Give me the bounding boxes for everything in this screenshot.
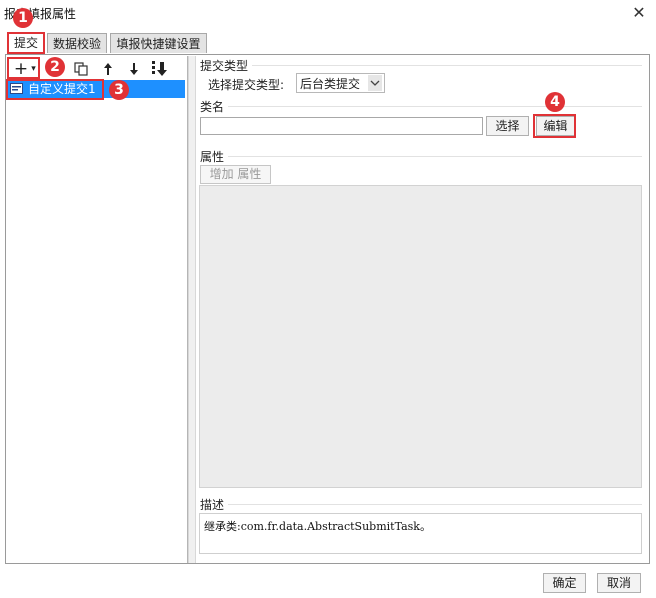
submit-type-label: 选择提交类型:	[208, 78, 285, 92]
annotation-marker-4: 4	[545, 92, 565, 112]
properties-divider	[228, 156, 642, 157]
copy-icon[interactable]	[73, 61, 89, 77]
move-to-bottom-icon[interactable]	[151, 60, 169, 78]
annotation-marker-1: 1	[13, 8, 33, 28]
pane-splitter[interactable]	[188, 56, 196, 563]
title-bar	[0, 0, 656, 28]
submit-type-section-label: 提交类型	[200, 59, 249, 73]
move-down-icon[interactable]	[128, 61, 140, 77]
annotation-box-add	[7, 57, 40, 79]
tab-shortcut-settings[interactable]: 填报快捷键设置	[110, 33, 207, 53]
move-up-icon[interactable]	[102, 61, 114, 77]
class-name-input[interactable]	[200, 117, 483, 135]
properties-table	[199, 185, 642, 488]
cancel-button[interactable]: 取消	[597, 573, 641, 593]
class-name-section-label: 类名	[200, 100, 225, 114]
submit-list-pane	[6, 56, 188, 563]
annotation-marker-2: 2	[45, 57, 65, 77]
submit-type-value: 后台类提交	[300, 77, 361, 91]
class-name-divider	[228, 106, 642, 107]
select-class-button[interactable]: 选择	[486, 116, 529, 136]
chevron-down-icon[interactable]	[368, 75, 382, 91]
annotation-box-tab	[7, 32, 45, 54]
properties-section-label: 属性	[200, 150, 225, 164]
description-divider	[228, 504, 642, 505]
annotation-marker-3: 3	[109, 80, 129, 100]
add-property-button[interactable]: 增加 属性	[200, 165, 271, 184]
submit-type-divider	[252, 65, 642, 66]
close-icon[interactable]: ✕	[630, 4, 648, 22]
annotation-box-edit	[533, 114, 576, 138]
ok-button[interactable]: 确定	[543, 573, 586, 593]
annotation-box-tree-item	[6, 79, 104, 100]
tab-data-validation[interactable]: 数据校验	[47, 33, 107, 53]
description-text: 继承类:com.fr.data.AbstractSubmitTask。	[204, 520, 431, 533]
description-section-label: 描述	[200, 498, 225, 512]
